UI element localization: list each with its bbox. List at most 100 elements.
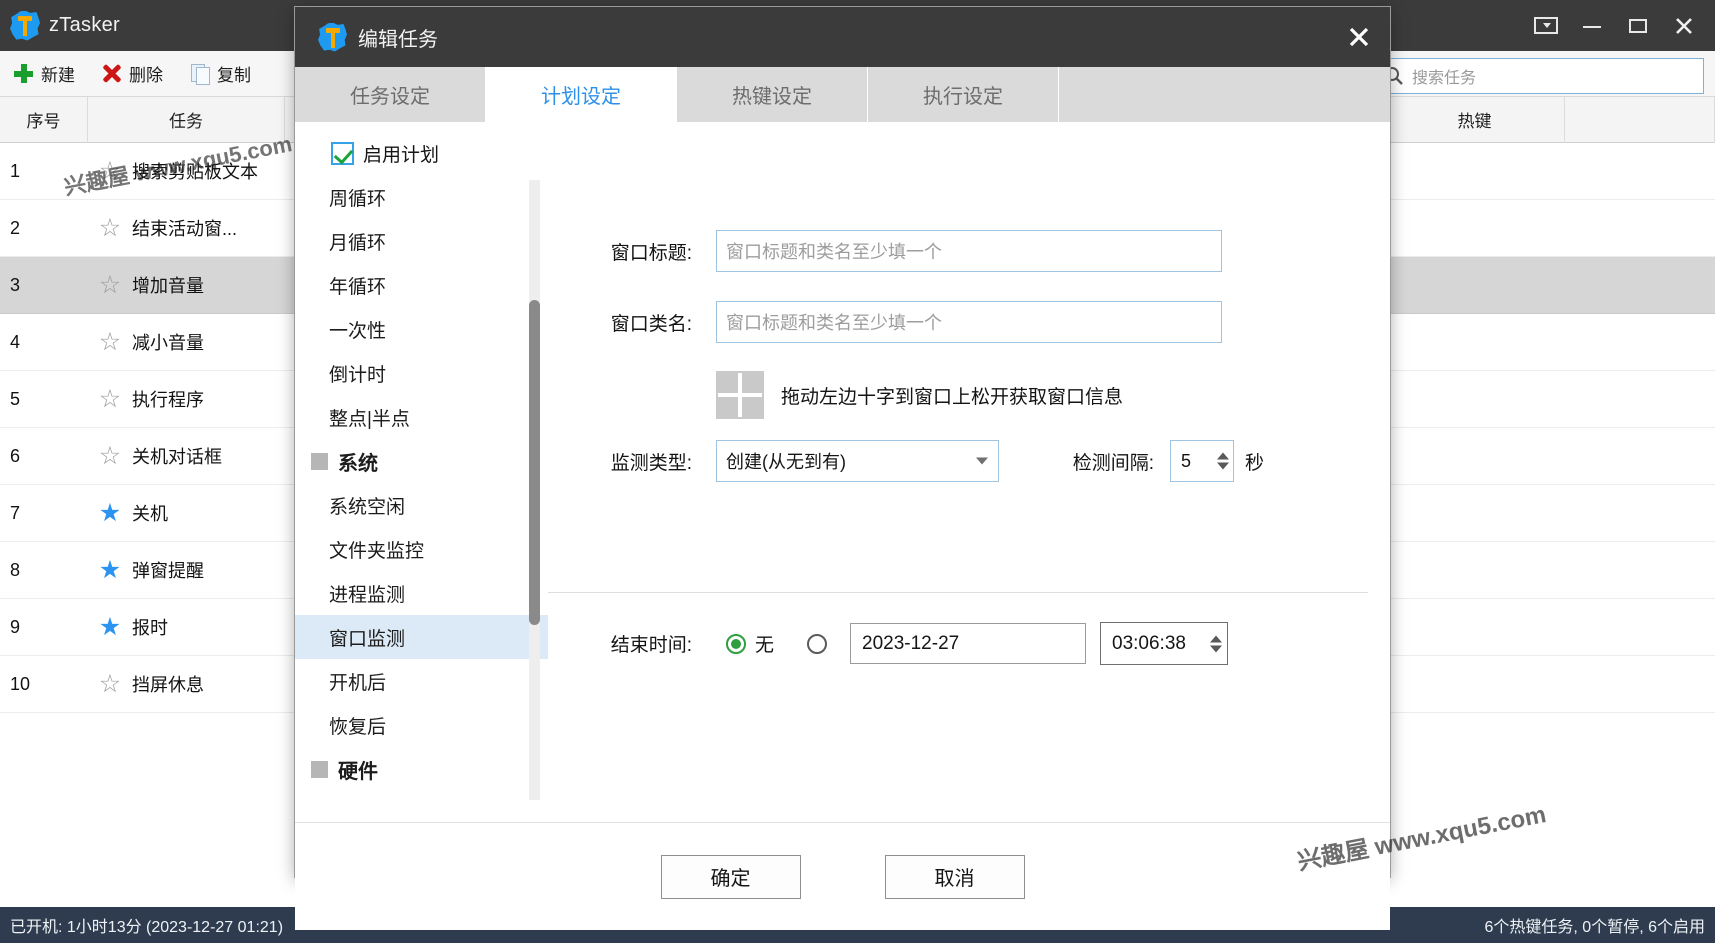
cell-index: 8 [10,559,21,580]
favorite-star-icon[interactable]: ☆ [88,158,132,184]
toolbar-copy-button[interactable]: 复制 [176,51,264,97]
sidebar-item-label: 恢复后 [329,716,387,738]
end-time-value: 03:06:38 [1112,632,1186,654]
tab-task-settings[interactable]: 任务设定 [295,67,486,122]
toolbar-delete-label: 删除 [129,66,163,85]
sidebar-item-option[interactable]: 周循环 [295,175,548,219]
end-time-input[interactable]: 03:06:38 [1100,622,1229,665]
interval-stepper[interactable]: 5 [1170,440,1234,482]
drag-capture-hint: 拖动左边十字到窗口上松开获取窗口信息 [781,386,1124,408]
sidebar-item-option[interactable]: 进程监测 [295,571,548,615]
cell-index: 1 [10,160,21,181]
monitor-type-label: 监测类型: [610,452,692,474]
favorite-star-icon[interactable]: ☆ [88,329,132,355]
close-button[interactable] [1661,6,1707,46]
minimize-button[interactable] [1569,6,1615,46]
drag-capture-row: 拖动左边十字到窗口上松开获取窗口信息 [716,371,1123,419]
favorite-star-icon[interactable]: ★ [88,557,132,583]
cell-index: 7 [10,502,21,523]
cell-index: 5 [10,388,21,409]
ztasker-logo-icon [318,22,347,52]
sidebar-scrollbar[interactable] [529,180,540,800]
sidebar-item-option[interactable]: 文件夹监控 [295,527,548,571]
end-date-value: 2023-12-27 [862,632,960,654]
sidebar-item-option[interactable]: 倒计时 [295,351,548,395]
tab-schedule-settings[interactable]: 计划设定 [486,67,677,122]
sidebar-item-option[interactable]: 开机后 [295,659,548,703]
cell-index: 10 [10,673,31,694]
sidebar-item-list: 周循环月循环年循环一次性倒计时 整点|半点系统系统空闲 文件夹监控进程监测窗口监测开… [295,175,548,791]
sidebar-item-option[interactable]: 恢复后 [295,703,548,747]
column-header-hotkey[interactable]: 热键 [1385,96,1565,143]
sidebar-item-option[interactable]: 整点|半点 [295,395,548,439]
end-time-none-label: 无 [755,635,775,656]
window-class-label: 窗口类名: [610,313,692,335]
sidebar-item-group[interactable]: 系统 [295,439,548,483]
sidebar-item-label: 系统 [338,452,378,475]
ok-button[interactable]: 确定 [660,854,801,899]
dialog-title: 编辑任务 [358,28,438,51]
monitor-type-value: 创建(从无到有) [726,452,846,472]
window-title-placeholder: 窗口标题和类名至少填一个 [726,242,942,262]
sidebar-item-option[interactable]: 月循环 [295,219,548,263]
maximize-button[interactable] [1615,6,1661,46]
sidebar-item-label: 年循环 [329,276,387,298]
toolbar-new-label: 新建 [41,66,75,85]
window-controls [1523,0,1707,51]
cell-index: 9 [10,616,21,637]
dialog-footer: 确定 取消 [295,822,1390,930]
sidebar-item-group[interactable]: 硬件 [295,747,548,791]
tab-hotkey-settings[interactable]: 热键设定 [677,67,868,122]
monitor-type-row: 监测类型: 创建(从无到有) 检测间隔: 5 秒 [560,440,1264,482]
sidebar-item-option[interactable]: 窗口监测 [295,615,548,659]
favorite-star-icon[interactable]: ★ [88,614,132,640]
app-root: zTasker 新建 删除 复制 搜索任务 序号 任务 热键 1 ☆ 搜索剪贴板… [0,0,1715,943]
window-class-row: 窗口类名: 窗口标题和类名至少填一个 [560,301,1222,343]
sidebar-item-option[interactable]: 一次性 [295,307,548,351]
window-title-label: 窗口标题: [610,242,692,264]
sidebar-item-label: 一次性 [329,320,387,342]
cancel-button[interactable]: 取消 [884,854,1025,899]
dropdown-menu-button[interactable] [1523,6,1569,46]
sidebar-item-label: 硬件 [338,760,378,783]
column-header-index[interactable]: 序号 [0,96,88,143]
interval-unit: 秒 [1245,452,1265,474]
cell-index: 4 [10,331,21,352]
collapse-square-icon[interactable] [311,452,328,470]
toolbar-new-button[interactable]: 新建 [0,51,88,97]
enable-schedule-checkbox[interactable]: 启用计划 [295,122,548,175]
end-time-date-radio[interactable] [807,633,828,654]
sidebar-item-option[interactable]: 年循环 [295,263,548,307]
favorite-star-icon[interactable]: ☆ [88,671,132,697]
interval-value: 5 [1181,450,1192,471]
favorite-star-icon[interactable]: ☆ [88,443,132,469]
end-time-none-option[interactable]: 无 [726,630,774,657]
end-date-input[interactable]: 2023-12-27 [850,623,1087,664]
favorite-star-icon[interactable]: ☆ [88,386,132,412]
tab-execute-settings[interactable]: 执行设定 [868,67,1059,122]
sidebar-item-option[interactable]: 系统空闲 [295,483,548,527]
collapse-square-icon[interactable] [311,760,328,778]
favorite-star-icon[interactable]: ★ [88,500,132,526]
favorite-star-icon[interactable]: ☆ [88,215,132,241]
cell-index: 2 [10,217,21,238]
column-header-extra[interactable] [1565,96,1715,143]
sidebar-scrollbar-thumb[interactable] [529,300,540,625]
window-title-input[interactable]: 窗口标题和类名至少填一个 [716,230,1222,272]
column-header-task[interactable]: 任务 [88,96,285,143]
toolbar-delete-button[interactable]: 删除 [88,51,176,97]
sidebar-item-label: 月循环 [329,232,387,254]
spinner-arrows-icon[interactable] [1210,635,1223,652]
spinner-arrows-icon[interactable] [1217,452,1229,470]
window-class-input[interactable]: 窗口标题和类名至少填一个 [716,301,1222,343]
dialog-close-button[interactable] [1328,7,1390,67]
interval-label: 检测间隔: [1072,452,1154,474]
form-divider [548,592,1368,593]
sidebar-item-label: 进程监测 [329,584,406,606]
tab-strip-filler [1059,67,1390,122]
search-input[interactable]: 搜索任务 [1374,58,1704,94]
statusbar-right-text: 6个热键任务, 0个暂停, 6个启用 [1484,919,1705,936]
monitor-type-select[interactable]: 创建(从无到有) [716,440,999,482]
favorite-star-icon[interactable]: ☆ [88,272,132,298]
crosshair-drag-icon[interactable] [716,371,764,419]
